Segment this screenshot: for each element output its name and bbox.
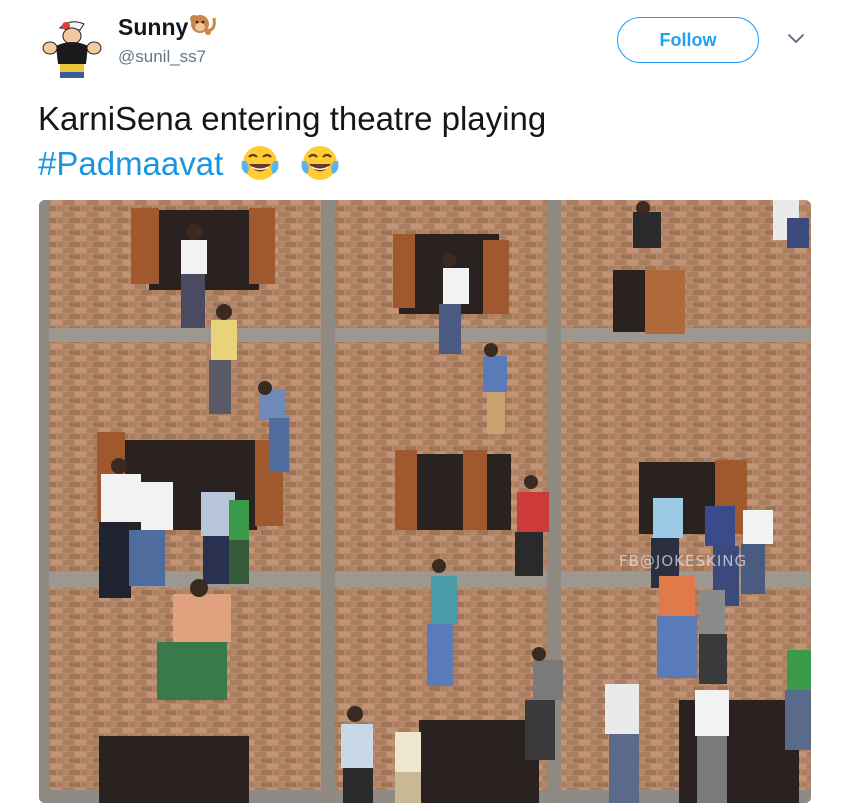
tweet-photo[interactable]: FB@JOKESKING	[39, 200, 811, 803]
tears-of-joy-emoji-icon	[301, 146, 339, 180]
tears-of-joy-emoji-icon	[242, 146, 279, 180]
chevron-down-icon[interactable]	[786, 32, 806, 46]
tweet-text: KarniSena entering theatre playing #Padm…	[38, 97, 546, 186]
hashtag-link[interactable]: #Padmaavat	[38, 145, 223, 182]
photo-watermark: FB@JOKESKING	[619, 552, 748, 570]
building-climbing-photo	[39, 200, 811, 803]
tweet-body: KarniSena entering theatre playing	[38, 100, 547, 137]
follow-button[interactable]: Follow	[617, 17, 759, 63]
tweet-line-2: #Padmaavat	[38, 141, 546, 186]
tweet-header: Sunny @sunil_ss7 Follow	[0, 0, 850, 90]
display-name[interactable]: Sunny	[118, 14, 188, 41]
user-handle[interactable]: @sunil_ss7	[118, 47, 206, 67]
avatar[interactable]	[40, 16, 104, 80]
monkey-emoji-icon	[190, 15, 216, 35]
